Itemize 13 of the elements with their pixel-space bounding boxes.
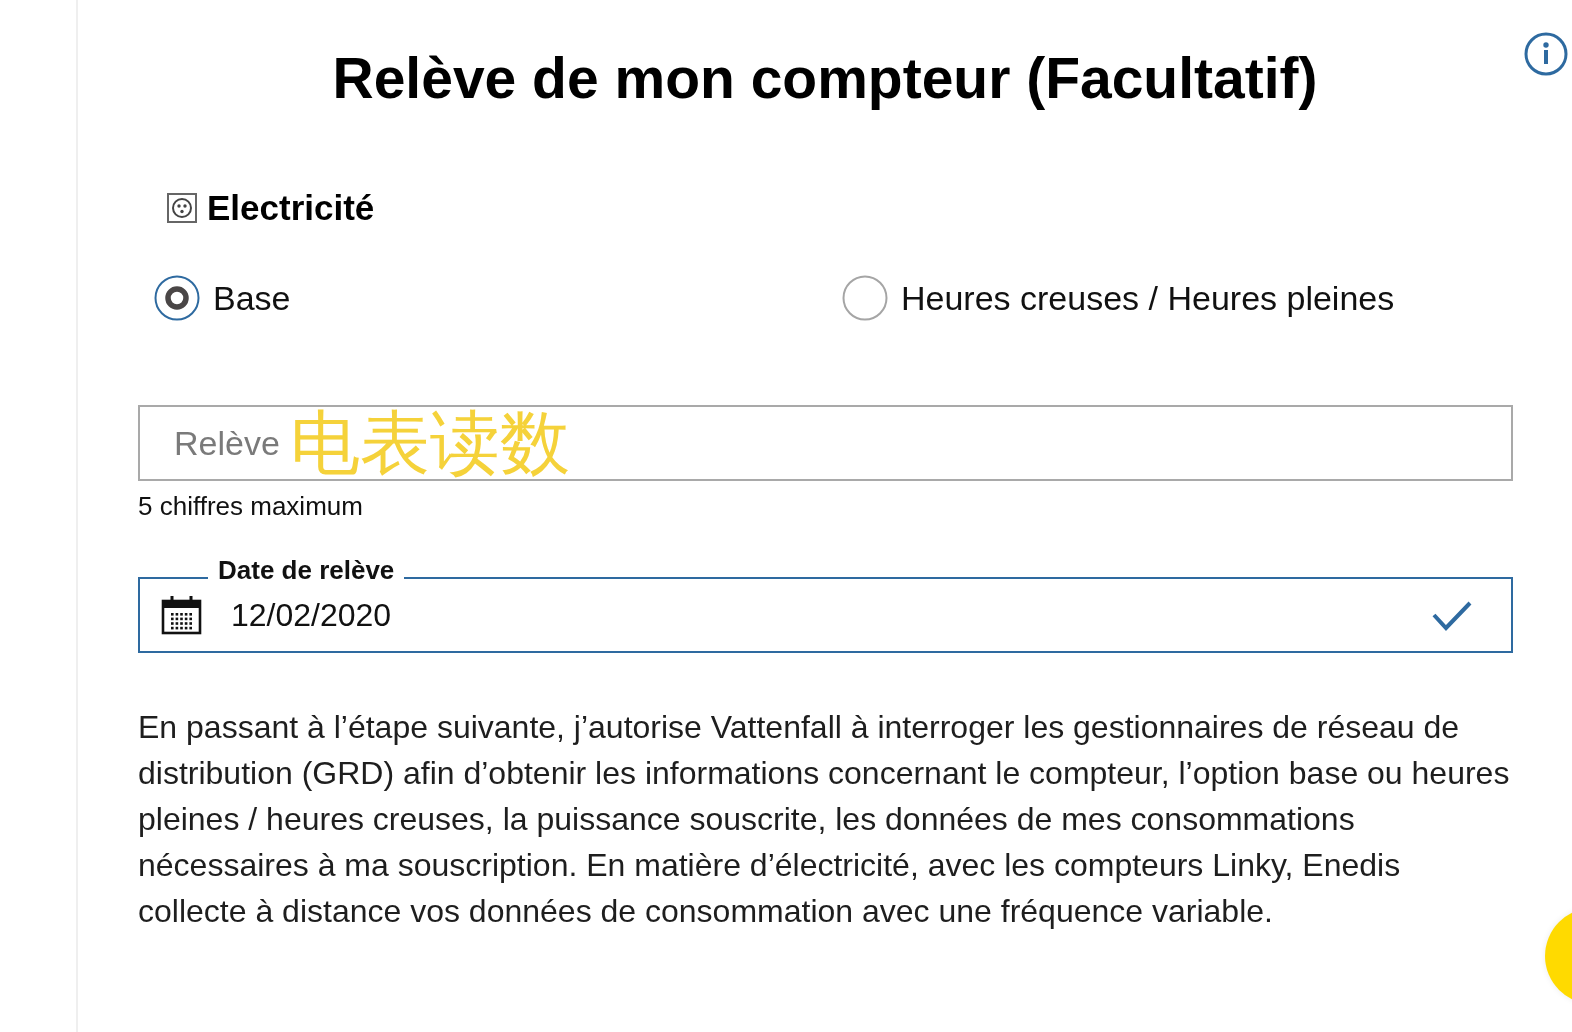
radio-label[interactable]: Base <box>213 278 291 318</box>
radio-button[interactable] <box>154 275 200 321</box>
consent-paragraph: En passant à l’étape suivante, j’autorise Vattenfall à interroger les gestionnaires de réseau de distribution (GRD) afin d’obtenir les informations concernant le compteur, l’option base ou heures pleines / heures creuses, la puissance souscrite, les données de mes consommations nécessaires à ma souscription. En matière d’électricité, avec les compteurs Linky, Enedis collecte à distance vos données de consommation avec une fréquence variable. <box>138 708 1511 931</box>
annotation-label: 电表读数 <box>290 407 570 479</box>
radio-label[interactable]: Heures creuses / Heures pleines <box>901 278 1395 318</box>
section-heading: Electricité <box>207 188 375 228</box>
page-title: Relève de mon compteur (Facultatif) <box>332 46 1318 110</box>
checkmark-icon <box>1432 600 1472 632</box>
field-hint: 5 chiffres maximum <box>138 491 363 521</box>
info-icon[interactable] <box>1524 32 1568 76</box>
radio-button[interactable] <box>842 275 888 321</box>
calendar-icon[interactable] <box>161 595 202 635</box>
power-socket-icon <box>167 193 197 223</box>
